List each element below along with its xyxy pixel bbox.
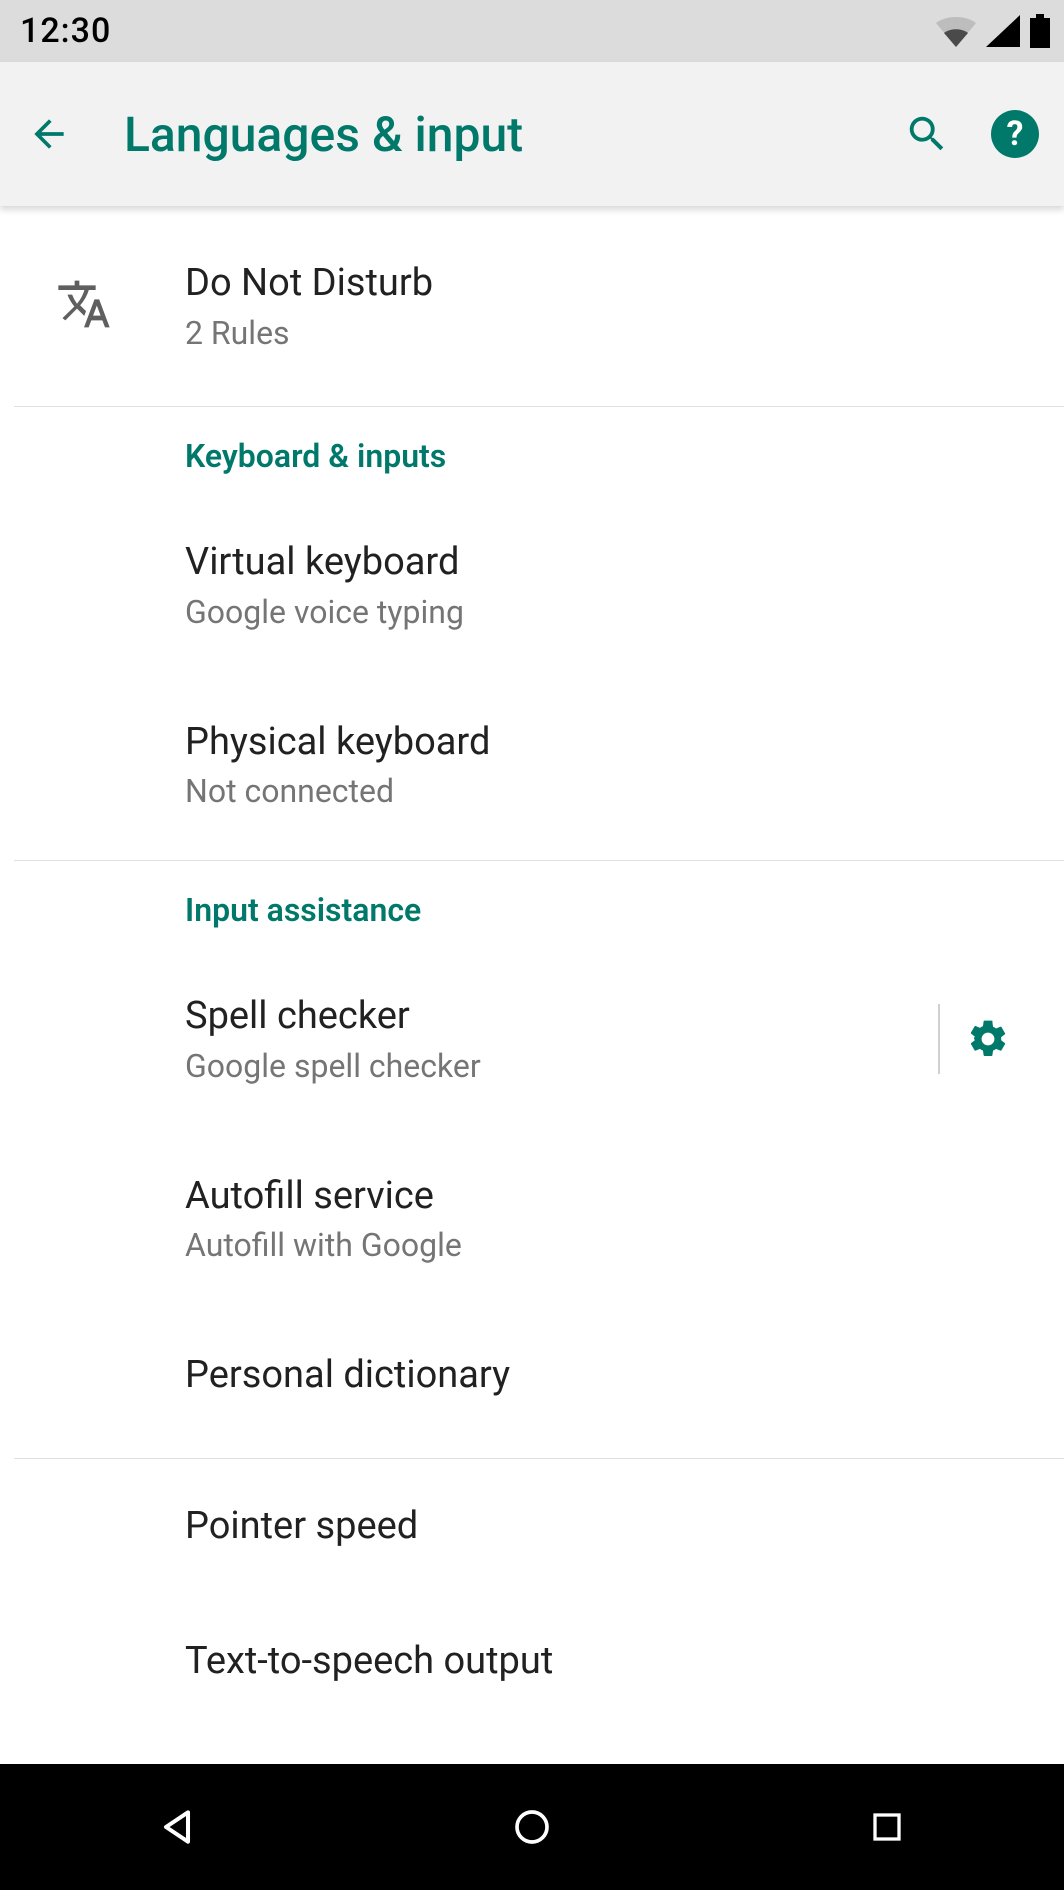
item-title: Virtual keyboard: [185, 539, 464, 587]
section-keyboard-inputs: Keyboard & inputs: [0, 407, 1064, 505]
arrow-back-icon: [27, 112, 71, 156]
nav-home-button[interactable]: [472, 1787, 592, 1867]
item-title: Do Not Disturb: [185, 260, 433, 308]
nav-recents-button[interactable]: [827, 1787, 947, 1867]
item-subtitle: Autofill with Google: [185, 1226, 462, 1264]
nav-home-icon: [512, 1807, 552, 1847]
item-title: Physical keyboard: [185, 719, 490, 767]
wifi-icon: [936, 15, 976, 47]
settings-list: Do Not Disturb 2 Rules Keyboard & inputs…: [0, 206, 1064, 1764]
item-subtitle: Google voice typing: [185, 593, 464, 631]
item-subtitle: Google spell checker: [185, 1047, 481, 1085]
item-pointer-speed[interactable]: Pointer speed: [0, 1469, 1064, 1585]
status-time: 12:30: [20, 11, 111, 51]
spell-checker-settings-button[interactable]: [940, 1017, 1036, 1061]
item-tts-output[interactable]: Text-to-speech output: [0, 1604, 1064, 1720]
item-title: Personal dictionary: [185, 1352, 510, 1400]
cell-signal-icon: [986, 15, 1020, 47]
gear-icon: [966, 1017, 1010, 1061]
search-icon: [904, 111, 950, 157]
item-virtual-keyboard[interactable]: Virtual keyboard Google voice typing: [0, 505, 1064, 665]
help-icon: ?: [991, 110, 1039, 158]
nav-back-button[interactable]: [117, 1787, 237, 1867]
item-personal-dictionary[interactable]: Personal dictionary: [0, 1318, 1064, 1434]
item-subtitle: 2 Rules: [185, 314, 433, 352]
app-bar: Languages & input ?: [0, 62, 1064, 206]
item-spell-checker[interactable]: Spell checker Google spell checker: [0, 959, 1064, 1119]
item-title: Text-to-speech output: [185, 1638, 553, 1686]
item-do-not-disturb[interactable]: Do Not Disturb 2 Rules: [0, 206, 1064, 406]
battery-icon: [1030, 14, 1050, 48]
item-title: Spell checker: [185, 993, 481, 1041]
search-button[interactable]: [892, 99, 962, 169]
section-input-assistance: Input assistance: [0, 861, 1064, 959]
translate-icon: [56, 276, 112, 336]
item-title: Pointer speed: [185, 1503, 418, 1551]
back-button[interactable]: [14, 99, 84, 169]
status-icons: [936, 14, 1050, 48]
help-button[interactable]: ?: [980, 99, 1050, 169]
item-title: Autofill service: [185, 1173, 462, 1221]
nav-back-icon: [155, 1805, 199, 1849]
divider: [14, 1458, 1064, 1459]
item-autofill-service[interactable]: Autofill service Autofill with Google: [0, 1139, 1064, 1299]
item-subtitle: Not connected: [185, 772, 490, 810]
page-title: Languages & input: [124, 106, 874, 163]
item-physical-keyboard[interactable]: Physical keyboard Not connected: [0, 685, 1064, 845]
navigation-bar: [0, 1764, 1064, 1890]
nav-recents-icon: [869, 1809, 905, 1845]
status-bar: 12:30: [0, 0, 1064, 62]
